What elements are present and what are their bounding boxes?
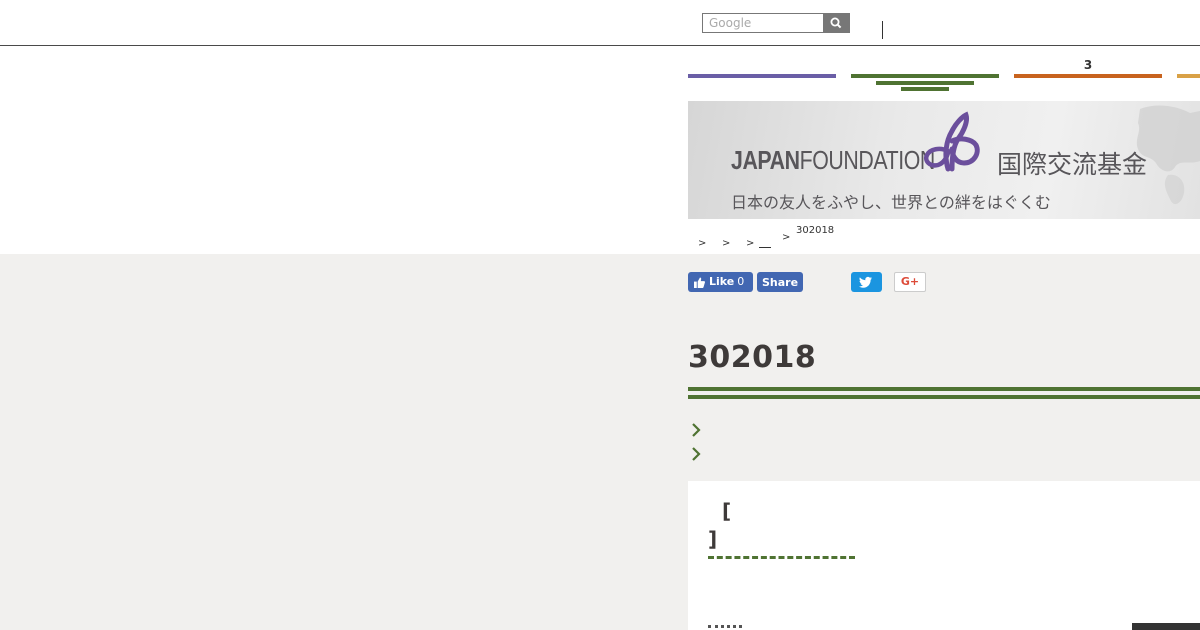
card-heading-bracket-open: [ <box>722 499 732 523</box>
card-text-fragment <box>708 625 742 628</box>
search-input[interactable] <box>705 14 831 32</box>
butterfly-logo-icon <box>924 111 980 172</box>
facebook-share-button[interactable]: Share <box>757 272 803 292</box>
chevron-right-icon <box>692 447 701 461</box>
nav-tab-label: 3 <box>1083 58 1093 72</box>
logo-text-jp: 国際交流基金 <box>997 150 1148 179</box>
nav-tab-active-marker <box>901 87 949 91</box>
breadcrumb-separator: > <box>698 238 707 249</box>
title-rule-bottom <box>688 395 1200 399</box>
nav-tab-underline <box>688 74 836 78</box>
search-form <box>702 13 850 33</box>
banner-tagline: 日本の友人をふやし、世界との絆をはぐくむ <box>731 193 1051 212</box>
breadcrumb-separator: > <box>722 238 731 249</box>
twitter-bird-icon <box>859 276 872 288</box>
breadcrumb-link[interactable] <box>759 247 771 248</box>
content-card: [ ] <box>688 481 1200 630</box>
nav-tab-3[interactable]: 3 <box>1014 56 1162 92</box>
card-heading-bracket-close: ] <box>708 527 718 551</box>
thumbs-up-icon <box>694 276 705 288</box>
page-title: 302018 <box>688 340 817 375</box>
chevron-right-icon <box>692 423 701 437</box>
site-banner[interactable]: JAPANFOUNDATION 国際交流基金 日本の友人をふやし、世界との絆をは… <box>688 101 1200 219</box>
nav-tab-underline <box>1177 74 1200 78</box>
nav-tab-underline <box>1014 74 1162 78</box>
breadcrumb-separator: > <box>782 232 791 243</box>
facebook-like-button[interactable]: Like 0 <box>688 272 753 292</box>
nav-tab-2[interactable] <box>851 56 999 92</box>
topbar-divider <box>882 21 883 39</box>
twitter-share-button[interactable] <box>851 272 882 292</box>
logo-text-en: JAPANFOUNDATION <box>731 145 935 175</box>
nav-tab-1[interactable] <box>688 56 836 92</box>
nav-tab-underline <box>851 74 999 78</box>
card-heading-underline <box>708 556 855 559</box>
title-rule-top <box>688 387 1200 391</box>
like-label: Like <box>709 275 735 288</box>
google-plus-button[interactable]: G+ <box>894 272 926 292</box>
like-count: 0 <box>737 275 745 288</box>
link-arrow-1[interactable] <box>690 422 704 438</box>
top-bar <box>0 0 1200 46</box>
nav-tab-4[interactable] <box>1177 56 1200 92</box>
search-icon <box>830 17 842 29</box>
page-top-button[interactable] <box>1132 623 1200 630</box>
search-button[interactable] <box>823 14 849 32</box>
link-arrow-2[interactable] <box>690 446 704 462</box>
nav-tab-active-marker <box>876 81 974 85</box>
breadcrumb-current: 302018 <box>796 225 835 236</box>
breadcrumb-separator: > <box>746 238 755 249</box>
